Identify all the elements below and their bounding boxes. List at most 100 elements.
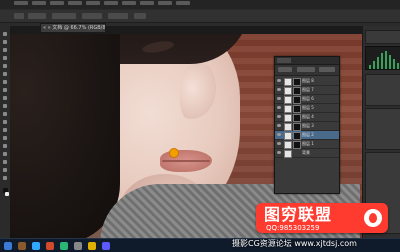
- pen-tool-icon[interactable]: [3, 136, 7, 140]
- layer-mask-thumbnail[interactable]: [293, 96, 301, 104]
- brush-size-picker[interactable]: [28, 13, 46, 19]
- history-brush-tool-icon[interactable]: [3, 104, 7, 108]
- layer-mask-thumbnail[interactable]: [293, 141, 301, 149]
- layer-row[interactable]: 图层 8: [275, 77, 339, 86]
- histogram-bar: [381, 53, 383, 69]
- layer-thumbnail[interactable]: [284, 96, 292, 104]
- menu-item-help[interactable]: [176, 1, 190, 5]
- photoshop-window: « » 文档 @ 66.7% (RGB/8) 图层 8 图层 7 图层 6 图层…: [0, 0, 400, 252]
- layer-mask-thumbnail[interactable]: [293, 105, 301, 113]
- menu-item-view[interactable]: [140, 1, 154, 5]
- healing-brush-tool-icon[interactable]: [3, 80, 7, 84]
- menu-item-window[interactable]: [158, 1, 172, 5]
- app-icon[interactable]: [102, 242, 110, 250]
- menu-item-edit[interactable]: [32, 1, 46, 5]
- layer-row[interactable]: 背景: [275, 149, 339, 158]
- document-tab[interactable]: « » 文档 @ 66.7% (RGB/8): [40, 23, 106, 33]
- app-icon[interactable]: [46, 242, 54, 250]
- layers-panel-header[interactable]: [275, 57, 339, 65]
- watermark-site: 摄影CG资源论坛 www.xjtdsj.com: [232, 239, 357, 248]
- zoom-tool-icon[interactable]: [3, 176, 7, 180]
- adjustments-panel[interactable]: [365, 108, 400, 150]
- layer-thumbnail[interactable]: [284, 87, 292, 95]
- background-color-swatch[interactable]: [5, 192, 9, 196]
- layer-thumbnail[interactable]: [284, 78, 292, 86]
- marquee-tool-icon[interactable]: [3, 40, 7, 44]
- layer-mask-thumbnail[interactable]: [293, 87, 301, 95]
- eye-icon[interactable]: [277, 115, 281, 118]
- type-tool-icon[interactable]: [3, 144, 7, 148]
- layer-mask-thumbnail[interactable]: [293, 114, 301, 122]
- layer-mask-thumbnail[interactable]: [293, 123, 301, 131]
- properties-panel[interactable]: [365, 74, 400, 106]
- quick-select-tool-icon[interactable]: [3, 56, 7, 60]
- layer-label: 图层 3: [302, 123, 314, 128]
- layer-mask-thumbnail[interactable]: [293, 78, 301, 86]
- layer-label: 图层 8: [302, 78, 314, 83]
- portrait-lip-line: [162, 160, 210, 162]
- brush-tool-icon[interactable]: [3, 88, 7, 92]
- clone-stamp-tool-icon[interactable]: [3, 96, 7, 100]
- opacity-field[interactable]: [319, 67, 335, 72]
- layer-thumbnail[interactable]: [284, 123, 292, 131]
- layer-filter-select[interactable]: [278, 67, 292, 72]
- histogram-bar: [393, 59, 395, 69]
- tab-layers[interactable]: [277, 58, 291, 63]
- hand-tool-icon[interactable]: [3, 168, 7, 172]
- layers-panel[interactable]: 图层 8 图层 7 图层 6 图层 5 图层 4 图层 3 图层 2 图层 1 背景: [274, 56, 340, 194]
- explorer-icon[interactable]: [18, 242, 26, 250]
- start-button-icon[interactable]: [4, 242, 12, 250]
- menu-item-layer[interactable]: [68, 1, 82, 5]
- layer-row[interactable]: 图层 7: [275, 86, 339, 95]
- layer-row[interactable]: 图层 3: [275, 122, 339, 131]
- photoshop-icon[interactable]: [32, 242, 40, 250]
- app-icon[interactable]: [74, 242, 82, 250]
- eye-icon[interactable]: [277, 151, 281, 154]
- shape-tool-icon[interactable]: [3, 160, 7, 164]
- menu-item-image[interactable]: [50, 1, 64, 5]
- menu-item-type[interactable]: [86, 1, 100, 5]
- layer-thumbnail[interactable]: [284, 132, 292, 140]
- flow-field[interactable]: [108, 13, 128, 19]
- layer-label: 图层 1: [302, 141, 314, 146]
- dodge-tool-icon[interactable]: [3, 128, 7, 132]
- menu-item-select[interactable]: [104, 1, 118, 5]
- tool-preset-picker[interactable]: [14, 13, 24, 19]
- layer-row[interactable]: 图层 4: [275, 113, 339, 122]
- eyedropper-tool-icon[interactable]: [3, 72, 7, 76]
- menu-item-filter[interactable]: [122, 1, 136, 5]
- layer-mask-thumbnail[interactable]: [293, 132, 301, 140]
- eye-icon[interactable]: [277, 88, 281, 91]
- eye-icon[interactable]: [277, 106, 281, 109]
- layer-label: 图层 4: [302, 114, 314, 119]
- app-icon[interactable]: [88, 242, 96, 250]
- panel-header-block[interactable]: [365, 30, 400, 44]
- eraser-tool-icon[interactable]: [3, 112, 7, 116]
- layer-row[interactable]: 图层 2: [275, 131, 339, 140]
- crop-tool-icon[interactable]: [3, 64, 7, 68]
- histogram-bar: [369, 65, 371, 69]
- eye-icon[interactable]: [277, 97, 281, 100]
- layer-label: 图层 5: [302, 105, 314, 110]
- eye-icon[interactable]: [277, 124, 281, 127]
- eye-icon[interactable]: [277, 133, 281, 136]
- opacity-field[interactable]: [82, 13, 102, 19]
- layer-thumbnail[interactable]: [284, 105, 292, 113]
- layer-thumbnail[interactable]: [284, 150, 292, 158]
- move-tool-icon[interactable]: [3, 32, 7, 36]
- mode-select[interactable]: [52, 13, 76, 19]
- layer-row[interactable]: 图层 6: [275, 95, 339, 104]
- layer-thumbnail[interactable]: [284, 114, 292, 122]
- eye-icon[interactable]: [277, 79, 281, 82]
- layer-row[interactable]: 图层 1: [275, 140, 339, 149]
- lasso-tool-icon[interactable]: [3, 48, 7, 52]
- menu-item-file[interactable]: [14, 1, 28, 5]
- layer-row[interactable]: 图层 5: [275, 104, 339, 113]
- airbrush-toggle[interactable]: [134, 13, 146, 19]
- layer-thumbnail[interactable]: [284, 141, 292, 149]
- blend-mode-select[interactable]: [297, 67, 315, 72]
- path-select-tool-icon[interactable]: [3, 152, 7, 156]
- eye-icon[interactable]: [277, 142, 281, 145]
- app-icon[interactable]: [60, 242, 68, 250]
- gradient-tool-icon[interactable]: [3, 120, 7, 124]
